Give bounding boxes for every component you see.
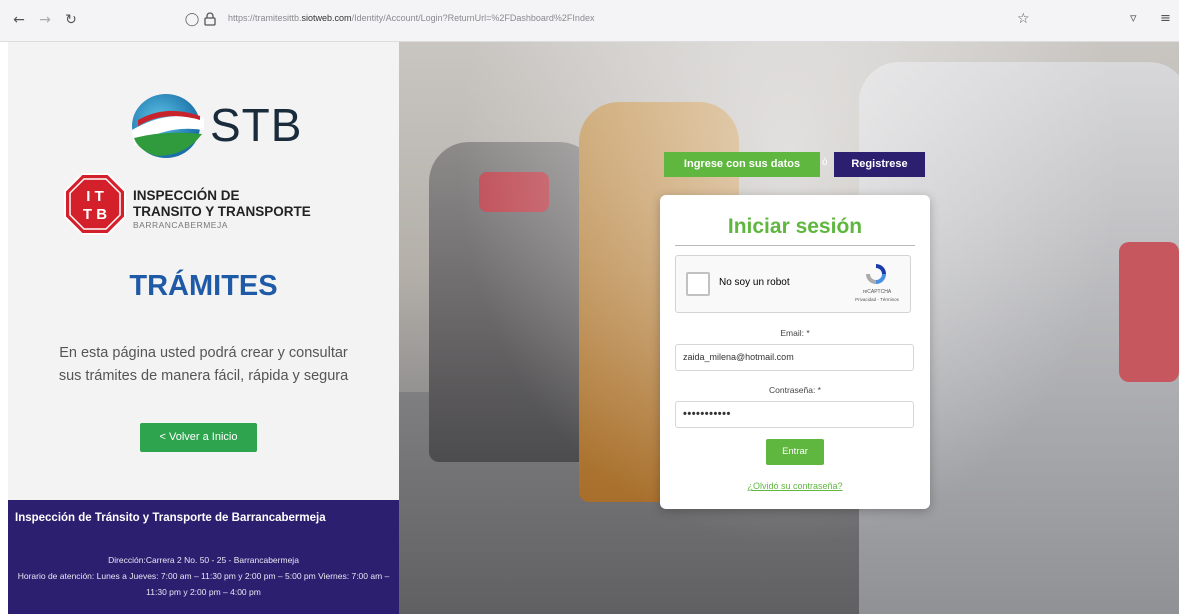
footer: Inspección de Tránsito y Transporte de B…	[8, 500, 399, 614]
tab-register[interactable]: Registrese	[834, 152, 925, 177]
footer-title: Inspección de Tránsito y Transporte de B…	[15, 512, 326, 524]
forgot-password-link[interactable]: ¿Olvidó su contraseña?	[660, 481, 930, 491]
shield-icon[interactable]: ◯	[184, 12, 200, 28]
email-field[interactable]: zaida_milena@hotmail.com	[675, 344, 914, 371]
login-title: Iniciar sesión	[727, 215, 863, 238]
recaptcha-logo-icon	[866, 264, 886, 284]
stb-globe-icon	[132, 94, 204, 158]
itt-city: BARRANCABERMEJA	[133, 220, 228, 230]
reload-icon[interactable]: ↻	[62, 11, 80, 29]
recaptcha-label: No soy un robot	[719, 277, 790, 288]
pocket-icon[interactable]: ▿	[1130, 11, 1137, 26]
back-arrow-icon[interactable]: ←	[10, 11, 28, 29]
recaptcha-terms-link[interactable]: Privacidad - Términos	[842, 297, 912, 302]
email-label: Email: *	[780, 328, 810, 338]
address-bar[interactable]: ◯ https://tramitesittb.siotweb.com/Ident…	[178, 8, 1048, 34]
menu-icon[interactable]: ≡	[1160, 11, 1171, 26]
itt-badge-top: I T	[86, 188, 104, 205]
page-description: En esta página usted podrá crear y consu…	[58, 345, 349, 384]
itt-name-line2: TRANSITO Y TRANSPORTE	[133, 204, 311, 219]
recaptcha-brand: reCAPTCHA	[862, 289, 892, 295]
forward-arrow-icon[interactable]: →	[36, 11, 54, 29]
password-label: Contraseña: *	[769, 385, 821, 395]
password-field[interactable]: •••••••••••	[675, 401, 914, 428]
bookmark-star-icon[interactable]: ☆	[1017, 11, 1030, 27]
back-to-home-button[interactable]: < Volver a Inicio	[140, 423, 257, 452]
login-submit-button[interactable]: Entrar	[766, 439, 824, 465]
recaptcha-checkbox[interactable]	[686, 272, 710, 296]
stb-logo: STB	[126, 90, 301, 160]
left-info-panel: STB I T T B INSPECCIÓN DE TRANSITO Y TRA…	[8, 42, 399, 614]
footer-address: Dirección:Carrera 2 No. 50 - 25 - Barran…	[108, 555, 299, 565]
footer-hours: Horario de atención: Lunes a Jueves: 7:0…	[17, 571, 390, 597]
divider	[675, 245, 915, 246]
itt-logo: I T T B INSPECCIÓN DE TRANSITO Y TRANSPO…	[63, 172, 363, 242]
itt-badge-bottom: T B	[83, 206, 107, 223]
login-card: Iniciar sesión No soy un robot reCAPTCHA…	[660, 195, 930, 509]
lock-icon[interactable]	[202, 12, 218, 28]
footer-contact: Dirección:Carrera 2 No. 50 - 25 - Barran…	[8, 552, 399, 600]
itt-stop-sign-icon: I T T B	[64, 173, 126, 235]
page-heading: TRÁMITES	[129, 270, 278, 302]
recaptcha-widget: No soy un robot reCAPTCHA Privacidad - T…	[675, 255, 911, 313]
itt-name-line1: INSPECCIÓN DE	[133, 188, 240, 203]
tab-login[interactable]: Ingrese con sus datos	[664, 152, 820, 177]
tab-separator: ó	[822, 157, 828, 168]
url-text[interactable]: https://tramitesittb.siotweb.com/Identit…	[228, 13, 594, 23]
browser-toolbar: ← → ↻ ◯ https://tramitesittb.siotweb.com…	[0, 0, 1179, 42]
stb-logo-text: STB	[210, 99, 303, 151]
